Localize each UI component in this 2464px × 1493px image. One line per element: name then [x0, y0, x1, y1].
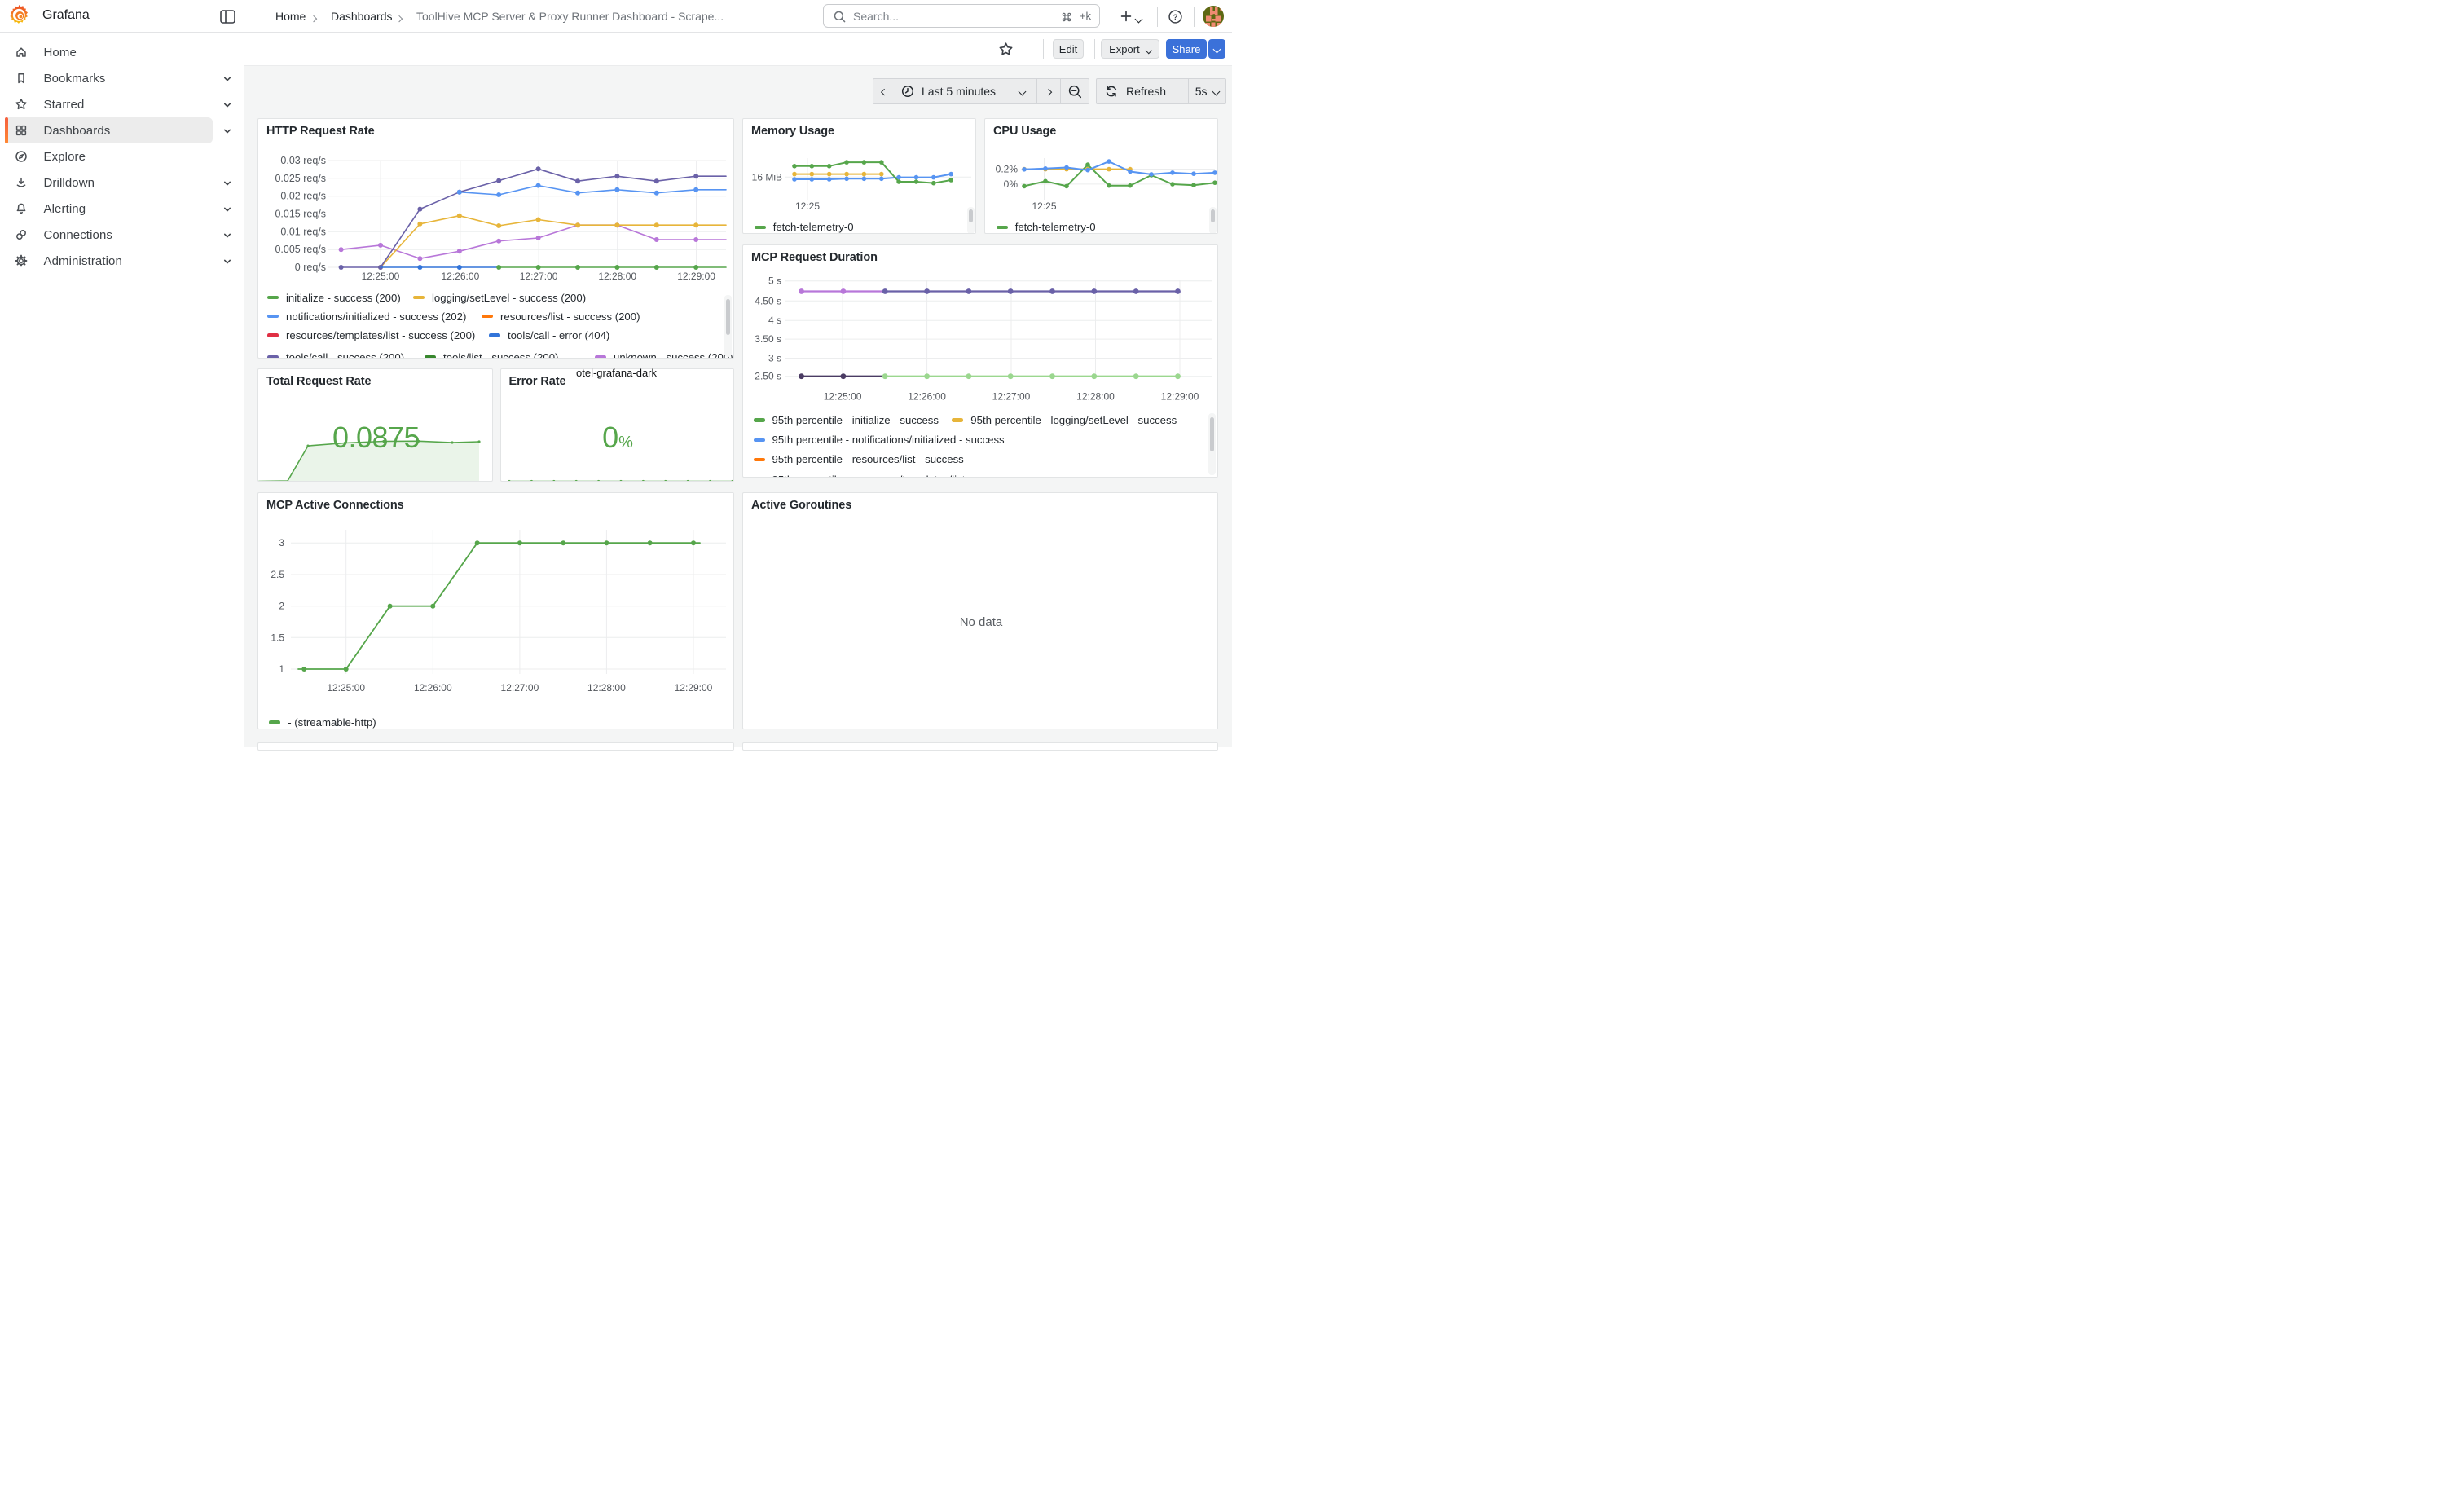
svg-text:12:25: 12:25 [1032, 200, 1056, 212]
svg-text:2.5: 2.5 [271, 569, 284, 580]
svg-text:12:27:00: 12:27:00 [501, 682, 539, 694]
svg-text:3: 3 [279, 537, 284, 548]
svg-text:1: 1 [279, 663, 284, 675]
svg-text:1.5: 1.5 [271, 632, 284, 643]
svg-text:?: ? [1173, 13, 1178, 22]
svg-text:12:28:00: 12:28:00 [587, 682, 626, 694]
svg-text:12:26:00: 12:26:00 [414, 682, 452, 694]
svg-text:0.2%: 0.2% [996, 164, 1019, 175]
svg-text:12:25:00: 12:25:00 [327, 682, 365, 694]
svg-text:16 MiB: 16 MiB [752, 171, 782, 183]
svg-text:2: 2 [279, 601, 284, 612]
svg-text:12:29:00: 12:29:00 [675, 682, 713, 694]
svg-text:12:25: 12:25 [795, 200, 820, 212]
svg-text:0%: 0% [1004, 178, 1019, 190]
